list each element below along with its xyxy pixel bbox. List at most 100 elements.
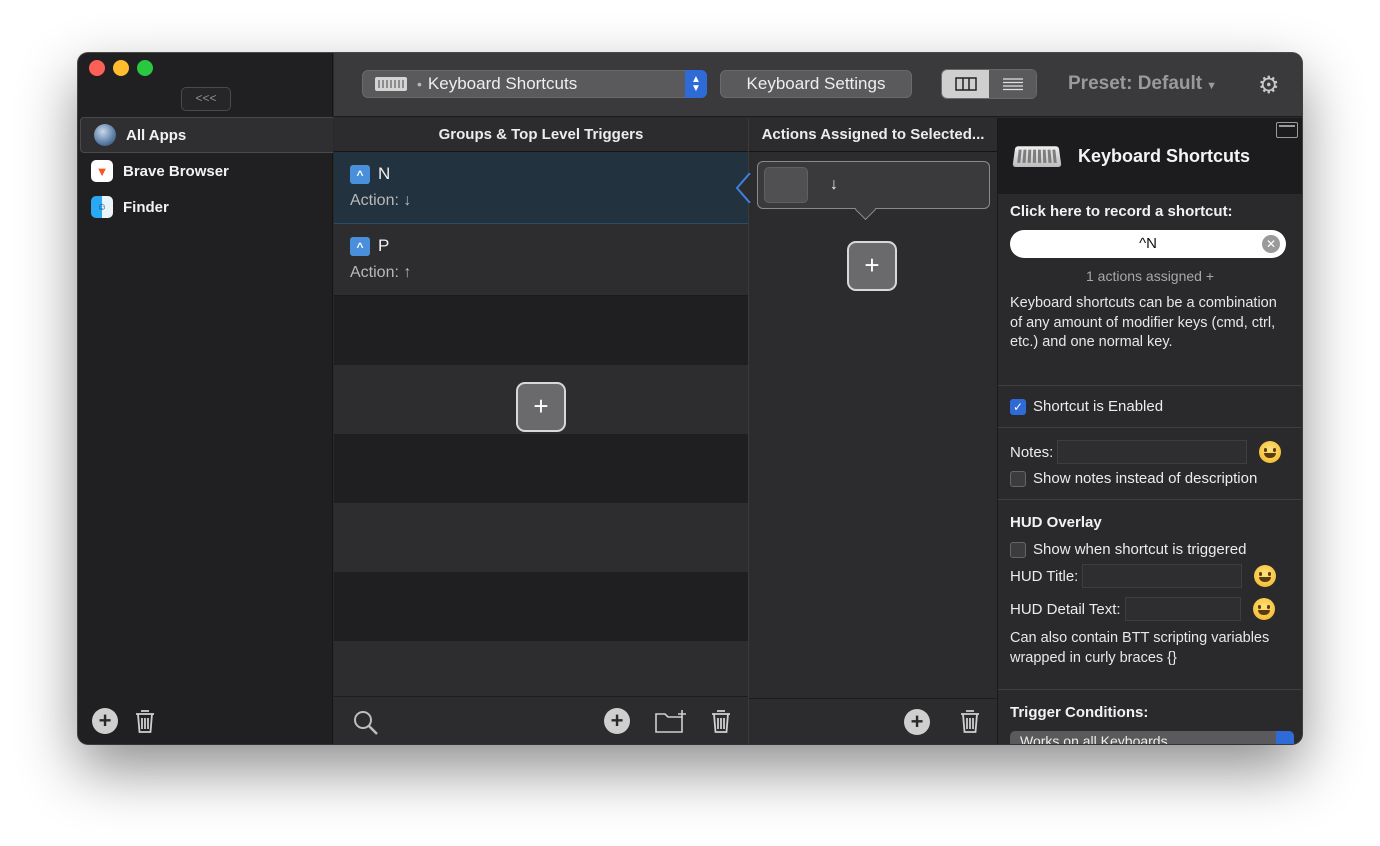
trigger-row[interactable]: ^ P Action: ↑	[334, 224, 748, 296]
keyboard-settings-button[interactable]: Keyboard Settings	[720, 70, 912, 98]
hud-scripting-note: Can also contain BTT scripting variables…	[1010, 630, 1270, 666]
chevron-updown-icon	[1276, 731, 1294, 744]
globe-icon	[94, 124, 116, 146]
actions-column: Actions Assigned to Selected... ↓ + +	[735, 118, 998, 744]
zoom-window-button[interactable]	[137, 60, 153, 76]
trash-icon	[136, 710, 154, 733]
app-item-finder[interactable]: ☺ Finder	[78, 189, 333, 225]
add-trigger-button[interactable]: +	[516, 382, 566, 432]
add-action-toolbar-button[interactable]: +	[904, 709, 930, 735]
window-controls	[89, 60, 153, 76]
collapse-sidebar-button[interactable]: <<<	[181, 87, 231, 111]
view-mode-segmented-control	[941, 69, 1037, 99]
groups-toolbar: +	[334, 696, 748, 744]
selection-pointer-icon	[735, 173, 751, 203]
gear-icon[interactable]: ⚙	[1258, 71, 1280, 100]
notes-input[interactable]	[1057, 440, 1248, 464]
app-item-all-apps[interactable]: All Apps	[80, 117, 333, 153]
trigger-row[interactable]: ^ N Action: ↓	[334, 152, 748, 224]
control-key-icon: ^	[350, 236, 370, 256]
app-list: All Apps ▼ Brave Browser ☺ Finder	[78, 117, 333, 225]
trash-icon[interactable]	[710, 708, 732, 734]
close-window-button[interactable]	[89, 60, 105, 76]
detach-window-icon[interactable]	[1276, 122, 1298, 138]
hud-section: HUD Overlay Show when shortcut is trigge…	[998, 500, 1302, 690]
trigger-action: Action: ↑	[350, 264, 412, 281]
inspector-header: Keyboard Shortcuts	[998, 118, 1302, 194]
trigger-type-label: Keyboard Shortcuts	[427, 74, 578, 93]
record-shortcut-label: Click here to record a shortcut:	[1010, 203, 1233, 220]
emoji-picker-icon[interactable]	[1254, 565, 1277, 587]
empty-row	[334, 572, 748, 641]
trigger-conditions-heading: Trigger Conditions:	[1010, 704, 1149, 721]
chevron-updown-icon: ▲ ▼	[685, 70, 707, 98]
finder-icon: ☺	[91, 196, 113, 218]
trigger-type-popup[interactable]: • Keyboard Shortcuts ▲ ▼	[362, 70, 707, 98]
keyboard-icon	[1012, 146, 1062, 168]
emoji-picker-icon[interactable]	[1252, 598, 1275, 620]
minimize-window-button[interactable]	[113, 60, 129, 76]
brave-icon: ▼	[91, 160, 113, 182]
hud-show-checkbox[interactable]	[1010, 541, 1026, 558]
app-item-brave-browser[interactable]: ▼ Brave Browser	[78, 153, 333, 189]
groups-header: Groups & Top Level Triggers	[334, 118, 748, 152]
trigger-action: Action: ↓	[350, 192, 412, 209]
preset-label: Preset: Default	[1068, 73, 1203, 94]
hud-detail-input[interactable]	[1124, 597, 1241, 621]
search-icon[interactable]	[352, 709, 380, 737]
preset-selector[interactable]: Preset: Default ▼	[1068, 73, 1217, 95]
actions-toolbar: +	[749, 698, 998, 744]
notes-section: Notes: Show notes instead of description	[998, 428, 1302, 500]
trigger-key: P	[378, 236, 390, 255]
bullet: •	[417, 76, 422, 92]
hud-title-label: HUD Title:	[1010, 567, 1079, 585]
emoji-picker-icon[interactable]	[1259, 441, 1282, 463]
control-key-icon: ^	[350, 164, 370, 184]
show-notes-checkbox[interactable]	[1010, 470, 1026, 487]
show-notes-label: Show notes instead of description	[1033, 470, 1258, 487]
empty-row	[334, 296, 748, 365]
trigger-key: N	[378, 164, 391, 183]
action-item[interactable]: ↓	[757, 161, 990, 209]
delete-app-button[interactable]	[134, 708, 156, 734]
enabled-section: ✓ Shortcut is Enabled	[998, 386, 1302, 428]
empty-row	[334, 434, 748, 503]
shortcut-enabled-checkbox[interactable]: ✓	[1010, 398, 1026, 415]
shortcut-value: ^N	[1139, 235, 1157, 252]
main-toolbar: • Keyboard Shortcuts ▲ ▼ Keyboard Setting…	[334, 53, 1302, 117]
actions-assigned-link[interactable]: 1 actions assigned +	[1010, 268, 1290, 284]
notes-label: Notes:	[1010, 443, 1054, 461]
shortcut-section: Click here to record a shortcut: ^N ✕ 1 …	[998, 194, 1302, 386]
shortcut-description: Keyboard shortcuts can be a combination …	[1010, 295, 1277, 350]
empty-row	[334, 503, 748, 572]
trigger-conditions-select[interactable]: Works on all Keyboards	[1010, 731, 1294, 744]
column-view-button[interactable]	[942, 70, 989, 98]
list-icon	[1002, 78, 1023, 91]
list-view-button[interactable]	[989, 70, 1036, 98]
chevron-down-icon: ▼	[1206, 80, 1217, 92]
app-item-label: All Apps	[126, 126, 187, 144]
inspector-title: Keyboard Shortcuts	[1078, 145, 1251, 166]
new-folder-icon[interactable]	[654, 709, 688, 735]
keyboard-icon	[375, 77, 407, 91]
action-symbol: ↓	[830, 176, 838, 193]
add-trigger-toolbar-button[interactable]: +	[604, 708, 630, 734]
trash-icon[interactable]	[959, 708, 981, 734]
hud-title-input[interactable]	[1082, 564, 1243, 588]
hud-heading: HUD Overlay	[1010, 514, 1102, 531]
shortcut-recorder-field[interactable]: ^N ✕	[1010, 230, 1286, 258]
shortcut-enabled-label: Shortcut is Enabled	[1033, 398, 1164, 415]
app-item-label: Brave Browser	[123, 162, 229, 180]
inspector-panel: Keyboard Shortcuts Click here to record …	[997, 118, 1302, 744]
actions-header: Actions Assigned to Selected...	[749, 118, 997, 152]
trigger-conditions-section: Trigger Conditions: Works on all Keyboar…	[998, 690, 1302, 744]
trigger-conditions-value: Works on all Keyboards	[1020, 733, 1168, 744]
columns-icon	[954, 77, 977, 91]
add-app-button[interactable]: +	[92, 708, 118, 734]
app-item-label: Finder	[123, 198, 169, 216]
hud-detail-label: HUD Detail Text:	[1010, 600, 1121, 618]
clear-icon[interactable]: ✕	[1262, 235, 1280, 253]
groups-column: Groups & Top Level Triggers ^ N Action: …	[334, 118, 748, 744]
action-thumbnail	[764, 167, 808, 203]
add-action-button[interactable]: +	[847, 241, 897, 291]
